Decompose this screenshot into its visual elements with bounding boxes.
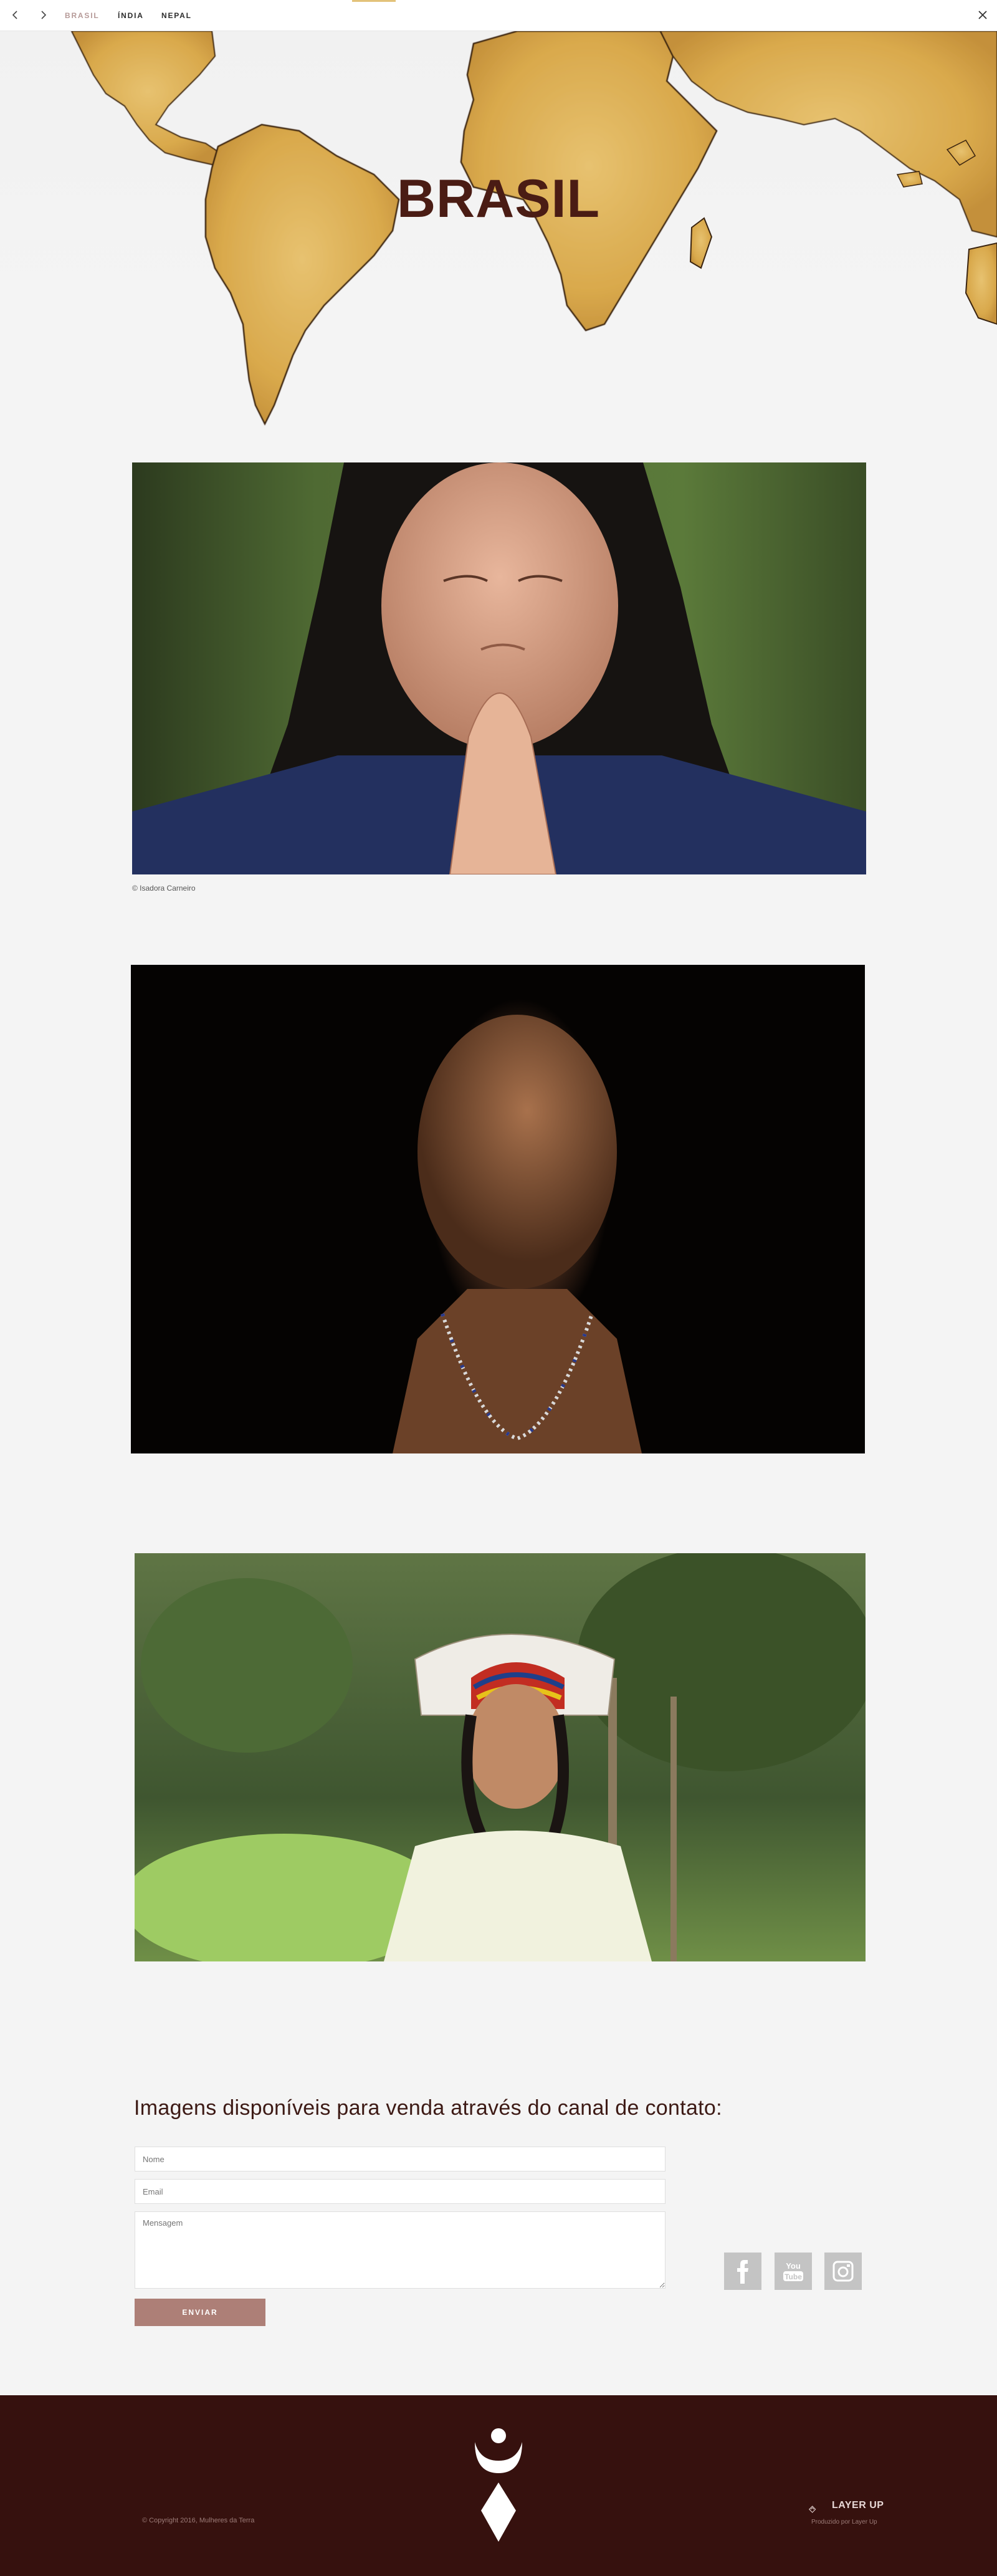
photo-woman-portrait-dark [131, 965, 865, 1453]
nav-accent-line [352, 0, 396, 2]
instagram-icon[interactable] [824, 2253, 862, 2290]
tab-nepal[interactable]: NEPAL [161, 11, 192, 20]
message-textarea[interactable] [135, 2211, 665, 2289]
tab-india[interactable]: ÍNDIA [118, 11, 144, 20]
photo-woman-praying [132, 462, 866, 874]
layer-up-logo-text: LAYER UP [832, 2500, 884, 2511]
tab-brasil[interactable]: BRASIL [65, 11, 99, 20]
facebook-icon[interactable] [724, 2253, 761, 2290]
svg-text:You: You [786, 2261, 801, 2271]
copyright-text: © Copyright 2016, Mulheres da Terra [142, 2517, 255, 2524]
hero-banner: BRASIL [0, 31, 997, 443]
top-navigation-bar: BRASIL ÍNDIA NEPAL [0, 0, 997, 31]
svg-text:Tube: Tube [785, 2272, 802, 2281]
footer: © Copyright 2016, Mulheres da Terra LAYE… [0, 2395, 997, 2576]
close-icon[interactable] [976, 8, 990, 22]
page-title: BRASIL [396, 169, 601, 229]
produced-by-text: Produzido por Layer Up [811, 2519, 877, 2526]
send-button[interactable]: ENVIAR [135, 2299, 265, 2326]
world-map-illustration [70, 31, 997, 426]
site-logo-emblem[interactable] [467, 2420, 530, 2545]
photo-woman-headdress [135, 1553, 866, 1961]
layer-up-logo-icon[interactable] [808, 2497, 833, 2522]
email-input[interactable] [135, 2179, 665, 2204]
chevron-right-icon[interactable] [36, 7, 51, 22]
contact-section-title: Imagens disponíveis para venda através d… [134, 2096, 722, 2120]
youtube-icon[interactable]: You Tube [775, 2253, 812, 2290]
photo-credit: © Isadora Carneiro [132, 884, 196, 893]
chevron-left-icon[interactable] [7, 7, 22, 22]
name-input[interactable] [135, 2147, 665, 2171]
